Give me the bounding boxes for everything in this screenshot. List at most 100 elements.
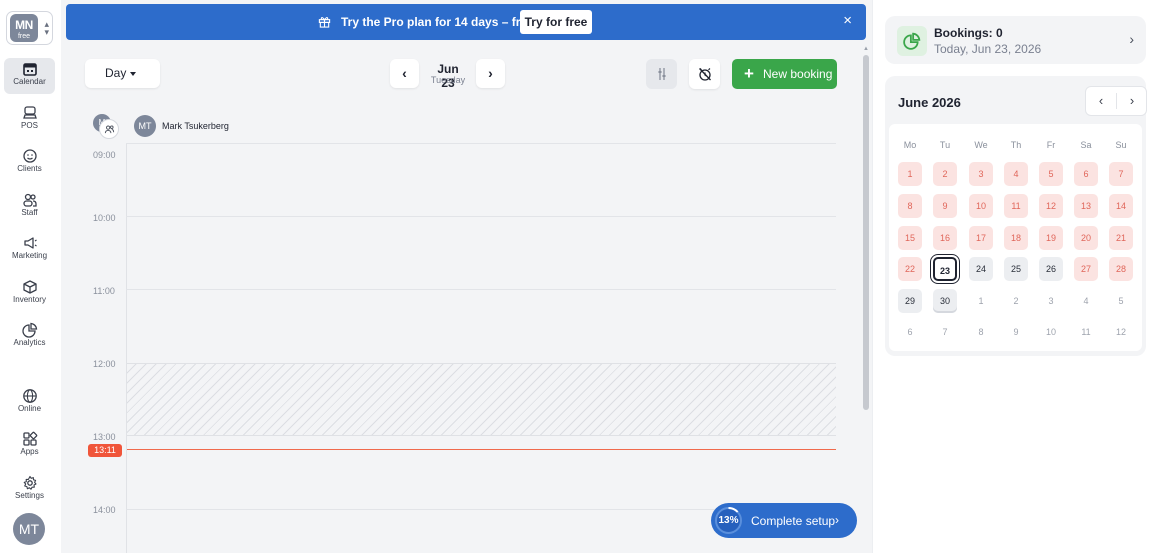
calendar-day[interactable]: 14: [1109, 194, 1133, 218]
calendar-day[interactable]: 11: [1074, 320, 1098, 344]
scroll-up-arrow-icon[interactable]: ▲: [863, 46, 869, 52]
calendar-day[interactable]: 7: [1109, 162, 1133, 186]
calendar-day[interactable]: 5: [1039, 162, 1063, 186]
calendar-day[interactable]: 1: [898, 162, 922, 186]
complete-setup-button[interactable]: 13% Complete setup ›: [711, 503, 857, 538]
hour-line: [126, 143, 836, 144]
pie-chart-icon: [903, 32, 921, 50]
hour-line: [126, 289, 836, 290]
calendar-day[interactable]: 11: [1004, 194, 1028, 218]
calendar-day[interactable]: 18: [1004, 226, 1028, 250]
hour-label: 14:00: [93, 505, 116, 515]
view-select[interactable]: Day: [85, 59, 160, 88]
calendar-day[interactable]: 1: [969, 289, 993, 313]
smiley-icon: [22, 149, 37, 163]
scrollbar-thumb[interactable]: [863, 55, 869, 410]
calendar-day[interactable]: 21: [1109, 226, 1133, 250]
calendar-day[interactable]: 16: [933, 226, 957, 250]
sidebar-item-label: Inventory: [13, 295, 46, 304]
calendar-day[interactable]: 8: [898, 194, 922, 218]
calendar-day[interactable]: 8: [969, 320, 993, 344]
bookings-summary-card[interactable]: Bookings: 0 Today, Jun 23, 2026 ›: [885, 16, 1146, 64]
caret-down-icon: [130, 72, 136, 76]
calendar-day[interactable]: 19: [1039, 226, 1063, 250]
calendar-day[interactable]: 2: [1004, 289, 1028, 313]
hour-line: [126, 216, 836, 217]
staff-name[interactable]: Mark Tsukerberg: [162, 121, 229, 131]
sidebar-item-marketing[interactable]: Marketing: [4, 232, 55, 268]
right-panel: Bookings: 0 Today, Jun 23, 2026 › June 2…: [872, 0, 1160, 553]
sidebar-item-settings[interactable]: Settings: [4, 472, 55, 508]
calendar-day[interactable]: 26: [1039, 257, 1063, 281]
prev-month-button[interactable]: ‹: [1086, 87, 1116, 115]
sidebar-item-label: Online: [17, 404, 42, 413]
calendar-day[interactable]: 12: [1039, 194, 1063, 218]
sidebar-item-analytics[interactable]: Analytics: [4, 319, 55, 355]
sidebar-item-label: POS: [21, 121, 38, 130]
weekday-label: Su: [1115, 140, 1127, 150]
calendar-day[interactable]: 3: [1039, 289, 1063, 313]
calendar-day[interactable]: 24: [969, 257, 993, 281]
calendar-day[interactable]: 30: [933, 289, 957, 313]
calendar-day[interactable]: 4: [1074, 289, 1098, 313]
hour-label: 09:00: [93, 150, 116, 160]
blocked-time-slot[interactable]: [127, 363, 836, 436]
staff-avatar[interactable]: MT: [134, 115, 156, 137]
group-icon: [104, 125, 114, 134]
try-for-free-button[interactable]: Try for free: [520, 10, 592, 34]
staff-group-button[interactable]: [99, 119, 119, 139]
sidebar-item-staff[interactable]: Staff: [4, 189, 55, 225]
calendar-day[interactable]: 22: [898, 257, 922, 281]
calendar-day[interactable]: 6: [898, 320, 922, 344]
sidebar-item-online[interactable]: Online: [4, 385, 55, 421]
hour-label: 13:00: [93, 432, 116, 442]
calendar-day[interactable]: 12: [1109, 320, 1133, 344]
sidebar-item-calendar[interactable]: Calendar: [4, 58, 55, 94]
calendar-day[interactable]: 27: [1074, 257, 1098, 281]
calendar-day[interactable]: 2: [933, 162, 957, 186]
sidebar-item-pos[interactable]: POS: [4, 102, 55, 138]
workspace-switcher[interactable]: MN free ▴ ▾: [6, 11, 53, 45]
sidebar-item-inventory[interactable]: Inventory: [4, 276, 55, 312]
chevron-updown-icon: ▴ ▾: [44, 19, 49, 37]
calendar-day[interactable]: 17: [969, 226, 993, 250]
calendar-day[interactable]: 25: [1004, 257, 1028, 281]
scrollbar[interactable]: ▲: [863, 46, 869, 553]
filter-button[interactable]: [646, 59, 677, 89]
mini-calendar-nav: ‹ ›: [1085, 86, 1147, 116]
close-icon[interactable]: ×: [843, 13, 852, 29]
calendar-day-today[interactable]: 23: [933, 257, 957, 281]
calendar-day[interactable]: 6: [1074, 162, 1098, 186]
calendar-day[interactable]: 15: [898, 226, 922, 250]
calendar-day[interactable]: 13: [1074, 194, 1098, 218]
sidebar-item-clients[interactable]: Clients: [4, 145, 55, 181]
calendar-day[interactable]: 9: [933, 194, 957, 218]
apps-icon: [22, 431, 37, 446]
calendar-day[interactable]: 4: [1004, 162, 1028, 186]
calendar-day[interactable]: 9: [1004, 320, 1028, 344]
sidebar-item-label: Calendar: [13, 77, 46, 86]
calendar-day[interactable]: 29: [898, 289, 922, 313]
next-month-button[interactable]: ›: [1117, 87, 1147, 115]
globe-icon: [22, 389, 37, 403]
workspace-plan: free: [17, 33, 31, 40]
calendar-day[interactable]: 10: [969, 194, 993, 218]
calendar-day[interactable]: 7: [933, 320, 957, 344]
sidebar-item-apps[interactable]: Apps: [4, 428, 55, 464]
waitlist-button[interactable]: [689, 59, 720, 89]
new-booking-button[interactable]: + New booking: [732, 59, 837, 89]
schedule-grid[interactable]: 09:00 10:00 11:00 12:00 13:00 14:00 13:1…: [61, 143, 861, 553]
calendar-day[interactable]: 3: [969, 162, 993, 186]
weekday-label: Mo: [903, 140, 917, 150]
calendar-main: Try the Pro plan for 14 days – free! Try…: [61, 0, 872, 553]
calendar-day[interactable]: 28: [1109, 257, 1133, 281]
calendar-day[interactable]: 10: [1039, 320, 1063, 344]
next-day-button[interactable]: ›: [476, 59, 505, 88]
new-booking-label: New booking: [763, 67, 833, 81]
calendar-day[interactable]: 20: [1074, 226, 1098, 250]
bookings-count: Bookings: 0: [934, 26, 1003, 40]
alarm-off-icon: [698, 68, 711, 81]
user-avatar[interactable]: MT: [13, 513, 45, 545]
prev-day-button[interactable]: ‹: [390, 59, 419, 88]
calendar-day[interactable]: 5: [1109, 289, 1133, 313]
